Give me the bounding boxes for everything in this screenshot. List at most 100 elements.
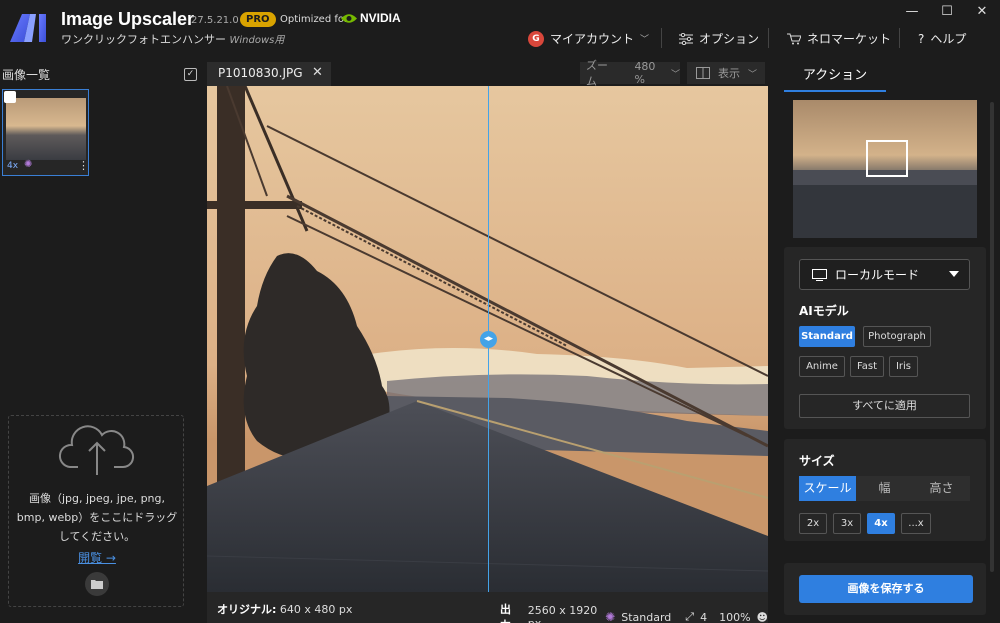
neuromarket-button[interactable]: ネロマーケット [787, 30, 891, 47]
model-fast[interactable]: Fast [850, 356, 884, 377]
feedback-icon[interactable]: ☻ [757, 611, 768, 623]
compare-handle-icon[interactable]: ◂▸ [480, 331, 497, 348]
avatar: G [528, 30, 544, 47]
open-folder-button[interactable] [85, 572, 109, 596]
file-tab[interactable]: P1010830.JPG ✕ [207, 62, 331, 86]
close-window-button[interactable]: ✕ [972, 2, 992, 22]
ai-model-label: AIモデル [799, 304, 849, 318]
output-zoom: 100% [719, 610, 751, 623]
thumbnail-image [6, 98, 86, 160]
zoom-control[interactable]: ズーム 480 % ﹀ [580, 59, 680, 88]
account-label: マイアカウント [550, 32, 635, 46]
nvidia-logo: NVIDIA [341, 11, 401, 25]
apply-all-button[interactable]: すべてに適用 [799, 394, 970, 418]
app-version: 27.5.21.0 [191, 15, 239, 26]
view-mode-control[interactable]: 表示 ﹀ [687, 62, 765, 84]
file-tab-bar: P1010830.JPG ✕ ズーム 480 % ﹀ 表示 ﹀ [207, 59, 768, 88]
sliders-icon [679, 32, 693, 45]
cart-icon [787, 33, 801, 44]
app-subtitle: ワンクリックフォトエンハンサー Windows用 [61, 31, 284, 47]
image-list-header: 画像一覧 [2, 68, 51, 82]
tab-width[interactable]: 幅 [856, 476, 913, 501]
navigator-preview[interactable] [793, 100, 977, 238]
zoom-label: ズーム [586, 59, 608, 88]
output-size: 2560 x 1920 px [527, 604, 598, 623]
output-label: 出力: [500, 603, 515, 623]
options-label: オプション [699, 32, 760, 46]
save-card: 画像を保存する [784, 563, 986, 615]
maximize-button[interactable]: ☐ [937, 2, 957, 22]
original-label: オリジナル: [217, 603, 277, 616]
select-all-checkbox[interactable]: ✓ [184, 68, 197, 81]
image-thumbnail[interactable]: 4x ✺ ⋮ [2, 89, 89, 176]
open-file-link[interactable]: 開覧 → [9, 549, 185, 566]
close-tab-icon[interactable]: ✕ [312, 65, 323, 80]
tab-height[interactable]: 高さ [913, 476, 970, 501]
scale-custom[interactable]: ...x [901, 513, 931, 534]
mode-label: ローカルモード [835, 268, 920, 282]
chevron-down-icon: ﹀ [670, 69, 680, 80]
nvidia-label: NVIDIA [360, 11, 401, 25]
split-view-icon [696, 67, 710, 79]
original-size: 640 x 480 px [279, 603, 353, 616]
preview-building [793, 185, 977, 238]
thumbnail-checkbox[interactable] [4, 91, 16, 103]
scale-3x[interactable]: 3x [833, 513, 861, 534]
view-label: 表示 [718, 67, 740, 80]
mode-select[interactable]: ローカルモード [799, 259, 970, 290]
nav-divider [661, 28, 662, 48]
title-bar: Image Upscaler 27.5.21.0 PRO Optimized f… [0, 0, 1000, 62]
size-card: サイズ スケール 幅 高さ 2x 3x 4x ...x [784, 439, 986, 541]
output-model: Standard [621, 610, 672, 623]
scale-2x[interactable]: 2x [799, 513, 827, 534]
help-label: ヘルプ [930, 32, 967, 46]
fullscreen-icon[interactable]: ⤢ [685, 610, 694, 623]
output-info: 出力: 2560 x 1920 px ✺ Standard ⤢ 4 100% ☻ [500, 601, 768, 623]
folder-icon [91, 580, 103, 589]
pro-badge: PRO [240, 12, 276, 27]
nvidia-eye-icon [341, 13, 357, 23]
help-icon: ? [918, 31, 925, 46]
help-button[interactable]: ? ヘルプ [918, 30, 966, 47]
optimized-label: Optimized for [280, 14, 349, 25]
model-standard[interactable]: Standard [799, 326, 855, 347]
thumbnail-scale: 4x [7, 161, 19, 171]
drop-zone[interactable]: 画像（jpg, jpeg, jpe, png, bmp, webp）をここにドラ… [8, 415, 184, 607]
more-menu-icon[interactable]: ⋮ [78, 159, 89, 172]
image-viewer[interactable]: ◂▸ [207, 86, 768, 592]
options-button[interactable]: オプション [679, 30, 759, 47]
output-scale: 4 [700, 610, 708, 623]
size-label: サイズ [799, 454, 835, 468]
save-image-button[interactable]: 画像を保存する [799, 575, 973, 603]
tab-action[interactable]: アクション [784, 62, 886, 92]
ai-star-icon: ✺ [24, 159, 33, 170]
action-panel: アクション ローカルモード AIモデル Standard Photograph … [768, 62, 1000, 623]
size-mode-tabs: スケール 幅 高さ [799, 476, 970, 501]
status-bar: オリジナル: 640 x 480 px 出力: 2560 x 1920 px ✺… [207, 592, 768, 623]
subtitle-os: Windows用 [229, 35, 285, 46]
model-photograph[interactable]: Photograph [863, 326, 931, 347]
account-menu[interactable]: G マイアカウント ﹀ [528, 30, 649, 47]
drop-instructions: 画像（jpg, jpeg, jpe, png, bmp, webp）をここにドラ… [16, 492, 178, 543]
app-logo-icon [10, 14, 46, 42]
scrollbar[interactable] [990, 102, 994, 572]
neuromarket-label: ネロマーケット [807, 32, 892, 46]
tab-scale[interactable]: スケール [799, 476, 856, 501]
chevron-down-icon: ﹀ [640, 35, 650, 45]
minimize-button[interactable]: — [902, 2, 922, 22]
dropdown-caret-icon [949, 271, 959, 277]
scale-4x[interactable]: 4x [867, 513, 895, 534]
image-list-panel: 画像一覧 ✓ 4x ✺ ⋮ 画像（jpg, jpeg, jpe, png, bm… [0, 62, 200, 623]
file-tab-name: P1010830.JPG [218, 66, 303, 80]
nav-divider [899, 28, 900, 48]
subtitle-text: ワンクリックフォトエンハンサー [61, 33, 226, 46]
model-anime[interactable]: Anime [799, 356, 845, 377]
zoom-value: 480 % [634, 60, 656, 86]
app-title: Image Upscaler [61, 9, 195, 29]
chevron-down-icon: ﹀ [748, 69, 758, 80]
nav-divider [768, 28, 769, 48]
navigator-viewport-frame[interactable] [866, 140, 908, 177]
cloud-upload-icon [58, 425, 134, 475]
monitor-icon [812, 268, 827, 281]
model-iris[interactable]: Iris [889, 356, 918, 377]
